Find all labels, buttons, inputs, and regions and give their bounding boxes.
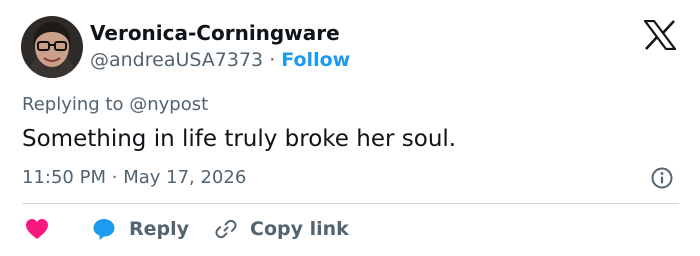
speech-bubble-icon — [93, 219, 115, 240]
divider — [22, 203, 679, 204]
tweet-text: Something in life truly broke her soul. — [22, 126, 457, 152]
reply-context-prefix: Replying to — [22, 94, 124, 115]
handle-separator: · — [269, 49, 276, 71]
info-icon[interactable] — [650, 166, 674, 190]
reply-label: Reply — [129, 218, 190, 240]
tweet-timestamp[interactable]: 11:50 PM · May 17, 2026 — [22, 165, 246, 191]
tweet-date: May 17, 2026 — [123, 167, 247, 188]
tweet-embed-card: Veronica-Corningware @andreaUSA7373 · Fo… — [0, 0, 700, 256]
link-icon — [215, 219, 237, 239]
avatar-photo — [21, 16, 83, 78]
heart-icon — [26, 219, 48, 239]
follow-button[interactable]: Follow — [281, 49, 350, 71]
copy-link-button[interactable]: Copy link — [214, 215, 349, 243]
x-logo-icon[interactable] — [643, 19, 677, 51]
author-display-name[interactable]: Veronica-Corningware — [90, 20, 340, 46]
timestamp-separator: · — [111, 167, 118, 188]
reply-mention-link[interactable]: @nypost — [129, 94, 208, 115]
avatar[interactable] — [21, 16, 83, 78]
author-handle[interactable]: @andreaUSA7373 — [90, 49, 263, 71]
author-handle-row: @andreaUSA7373 · Follow — [90, 47, 350, 73]
copy-link-label: Copy link — [250, 218, 349, 240]
reply-context: Replying to @nypost — [22, 92, 208, 118]
reply-button[interactable]: Reply — [92, 215, 189, 243]
like-button[interactable] — [25, 215, 49, 243]
tweet-time: 11:50 PM — [22, 167, 106, 188]
